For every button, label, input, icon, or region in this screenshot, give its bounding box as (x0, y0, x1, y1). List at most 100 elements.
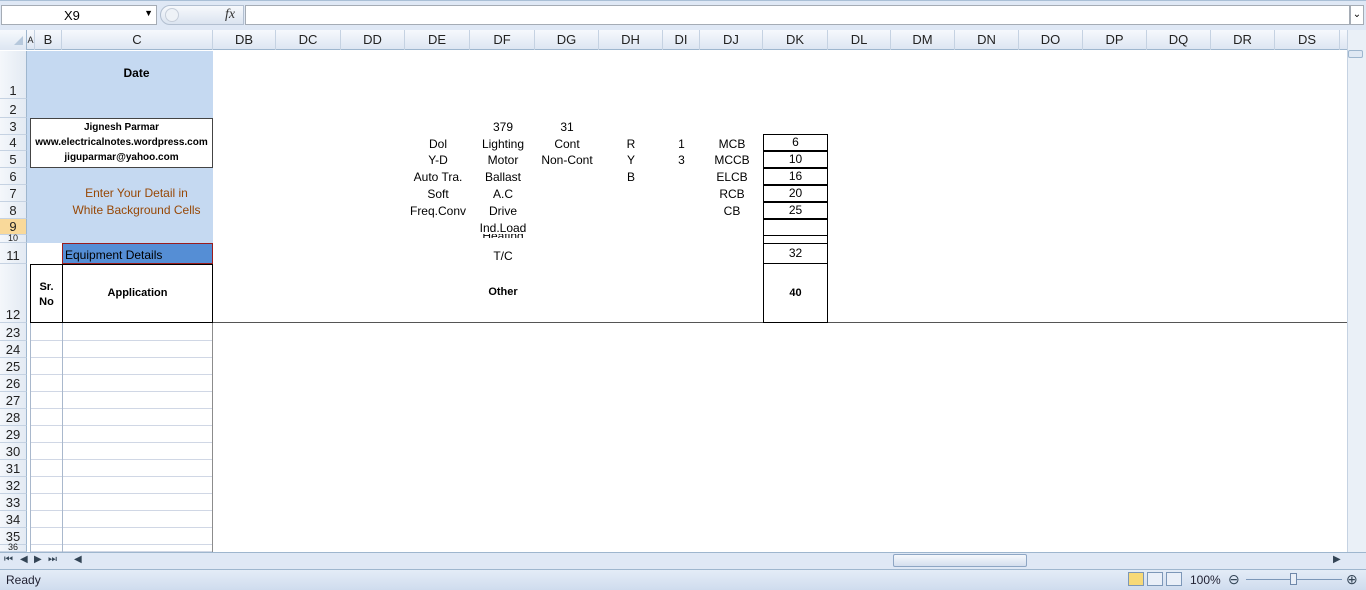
column-header-ds[interactable]: DS (1275, 30, 1340, 50)
row-header-23[interactable]: 23 (0, 323, 27, 341)
zoom-slider-thumb[interactable] (1290, 573, 1297, 585)
column-header-c[interactable]: C (62, 30, 213, 50)
column-header-dm[interactable]: DM (891, 30, 955, 50)
row-header-10[interactable]: 10 (0, 234, 27, 243)
cell-dh6[interactable]: B (599, 170, 663, 184)
row-header-8[interactable]: 8 (0, 202, 27, 219)
column-header-df[interactable]: DF (470, 30, 535, 50)
column-header-de[interactable]: DE (405, 30, 470, 50)
cell-dk7[interactable]: 20 (763, 185, 828, 202)
column-header-dc[interactable]: DC (276, 30, 341, 50)
column-header-dj[interactable]: DJ (700, 30, 763, 50)
cell-dk6[interactable]: 16 (763, 168, 828, 185)
prev-sheet-icon[interactable]: ◀ (20, 554, 28, 565)
page-layout-icon[interactable] (1147, 572, 1163, 586)
vertical-scroll-thumb[interactable] (1348, 50, 1363, 58)
cell-de4[interactable]: Dol (406, 137, 470, 151)
first-sheet-icon[interactable]: ⏮ (4, 554, 13, 565)
cell-df12[interactable]: Other (471, 286, 535, 298)
insert-function-icon[interactable]: fx (225, 7, 235, 23)
row-header-2[interactable]: 2 (0, 99, 27, 118)
column-header-dp[interactable]: DP (1083, 30, 1147, 50)
normal-view-icon[interactable] (1128, 572, 1144, 586)
cell-de7[interactable]: Soft (406, 187, 470, 201)
row-header-6[interactable]: 6 (0, 168, 27, 185)
vertical-scrollbar[interactable] (1347, 30, 1366, 553)
cell-df6[interactable]: Ballast (471, 170, 535, 184)
column-header-di[interactable]: DI (663, 30, 700, 50)
row-header-3[interactable]: 3 (0, 118, 27, 135)
column-header-dq[interactable]: DQ (1147, 30, 1211, 50)
cell-df11[interactable]: T/C (471, 249, 535, 263)
cell-dk11[interactable]: 32 (763, 243, 828, 264)
cell-dj6[interactable]: ELCB (700, 170, 764, 184)
cell-di4[interactable]: 1 (663, 137, 700, 151)
row-header-5[interactable]: 5 (0, 151, 27, 168)
row-header-1[interactable]: 1 (0, 51, 27, 99)
column-header-do[interactable]: DO (1019, 30, 1083, 50)
last-sheet-icon[interactable]: ⏭ (48, 554, 57, 565)
page-break-icon[interactable] (1166, 572, 1182, 586)
cell-df3[interactable]: 379 (471, 120, 535, 134)
horizontal-scroll-thumb[interactable] (893, 554, 1027, 567)
cell-df8[interactable]: Drive (471, 204, 535, 218)
cell-di5[interactable]: 3 (663, 153, 700, 167)
zoom-level[interactable]: 100% (1190, 573, 1221, 587)
row-header-36[interactable]: 36 (0, 543, 27, 552)
cell-dh5[interactable]: Y (599, 153, 663, 167)
cell-dk5[interactable]: 10 (763, 151, 828, 168)
column-header-dr[interactable]: DR (1211, 30, 1275, 50)
row-header-25[interactable]: 25 (0, 358, 27, 375)
cell-dk12[interactable]: 40 (763, 263, 828, 323)
column-header-dk[interactable]: DK (763, 30, 828, 50)
column-header-dg[interactable]: DG (535, 30, 599, 50)
cell-dj7[interactable]: RCB (700, 187, 764, 201)
row-header-28[interactable]: 28 (0, 409, 27, 426)
row-header-27[interactable]: 27 (0, 392, 27, 409)
column-header-dl[interactable]: DL (828, 30, 891, 50)
cell-dk9[interactable] (763, 219, 828, 236)
resize-handle-icon[interactable] (165, 8, 179, 22)
cell-df9[interactable]: Ind.Load (471, 221, 535, 235)
row-header-26[interactable]: 26 (0, 375, 27, 392)
cell-de5[interactable]: Y-D (406, 153, 470, 167)
cell-df5[interactable]: Motor (471, 153, 535, 167)
column-header-dh[interactable]: DH (599, 30, 663, 50)
cell-dj4[interactable]: MCB (700, 137, 764, 151)
cell-dj5[interactable]: MCCB (700, 153, 764, 167)
cell-df7[interactable]: A.C (471, 187, 535, 201)
row-header-11[interactable]: 11 (0, 243, 27, 264)
column-header-dn[interactable]: DN (955, 30, 1019, 50)
row-header-29[interactable]: 29 (0, 426, 27, 443)
cell-dk8[interactable]: 25 (763, 202, 828, 219)
cell-de8[interactable]: Freq.Conv (406, 204, 470, 218)
column-header-dd[interactable]: DD (341, 30, 405, 50)
row-header-24[interactable]: 24 (0, 341, 27, 358)
scroll-right-icon[interactable]: ▶ (1333, 554, 1341, 565)
contact-box[interactable]: Jignesh Parmar www.electricalnotes.wordp… (30, 118, 213, 168)
zoom-in-icon[interactable]: ⊕ (1346, 571, 1358, 588)
row-header-31[interactable]: 31 (0, 460, 27, 477)
row-header-4[interactable]: 4 (0, 135, 27, 151)
row-header-33[interactable]: 33 (0, 494, 27, 511)
cell-dg3[interactable]: 31 (535, 120, 599, 134)
cell-dg4[interactable]: Cont (535, 137, 599, 151)
scroll-left-icon[interactable]: ◀ (74, 554, 82, 565)
row-header-32[interactable]: 32 (0, 477, 27, 494)
column-header-db[interactable]: DB (213, 30, 276, 50)
row-header-7[interactable]: 7 (0, 185, 27, 202)
formula-input[interactable] (245, 5, 1350, 25)
chevron-down-icon[interactable]: ▼ (144, 8, 153, 18)
next-sheet-icon[interactable]: ▶ (34, 554, 42, 565)
cell-df4[interactable]: Lighting (471, 137, 535, 151)
row-header-34[interactable]: 34 (0, 511, 27, 528)
cell-de6[interactable]: Auto Tra. (406, 170, 470, 184)
cell-dk4[interactable]: 6 (763, 134, 828, 151)
expand-formula-bar-icon[interactable]: ⌄ (1350, 5, 1364, 25)
cell-dj8[interactable]: CB (700, 204, 764, 218)
column-header-b[interactable]: B (35, 30, 62, 50)
cell-dh4[interactable]: R (599, 137, 663, 151)
name-box[interactable]: X9 ▼ (1, 5, 157, 25)
zoom-out-icon[interactable]: ⊖ (1228, 571, 1240, 588)
row-header-30[interactable]: 30 (0, 443, 27, 460)
